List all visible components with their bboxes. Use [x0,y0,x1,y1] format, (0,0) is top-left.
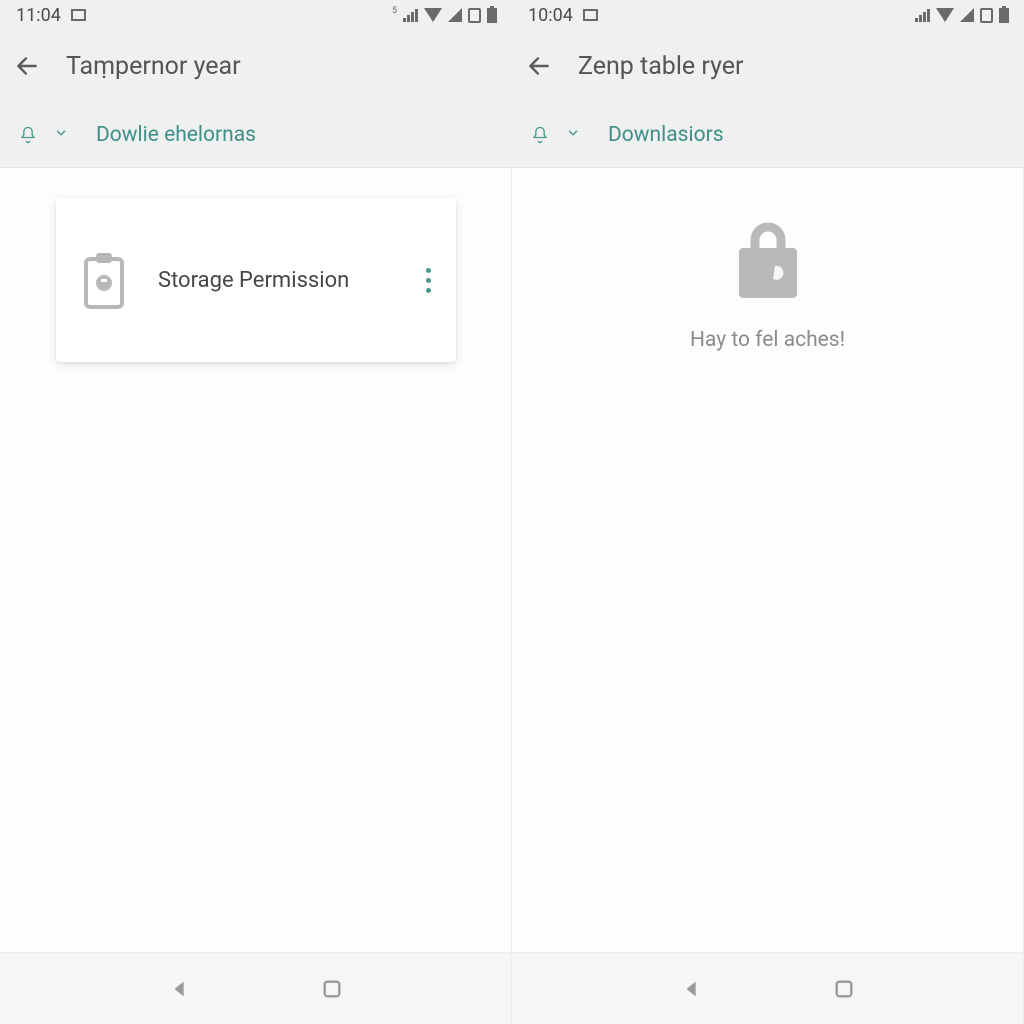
filter-label[interactable]: Downlasiors [608,123,724,147]
content-area: Storage Permission [0,168,511,952]
status-left: 10:04 [528,5,598,26]
app-title: Taṃpernor year [66,52,241,81]
nav-recents-button[interactable] [833,978,855,1000]
cell-icon [448,8,462,22]
app-bar: Zenp table ryer [512,30,1023,102]
battery-icon [999,8,1009,23]
content-area: Hay to fel aches! [512,168,1023,952]
status-rect-icon [71,9,86,21]
status-left: 11:04 [16,5,86,26]
bell-icon[interactable] [530,124,550,146]
filter-row: Dowlie ehelornas [0,102,511,168]
filter-row: Downlasiors [512,102,1023,168]
empty-state: Hay to fel aches! [512,218,1023,352]
empty-state-text: Hay to fel aches! [690,328,845,352]
nav-back-button[interactable] [169,978,191,1000]
status-right: 5 [392,8,497,23]
app-bar: Taṃpernor year [0,30,511,102]
app-title: Zenp table ryer [578,52,743,81]
arrow-left-icon [14,53,40,79]
pane-left: 11:04 5 Taṃpernor year Dowlie ehelornas [0,0,512,1024]
status-right [915,8,1009,23]
card-title: Storage Permission [158,268,384,293]
lock-icon [731,218,805,302]
cell-icon [960,8,974,22]
signal-icon [915,8,930,22]
pane-right: 10:04 Zenp table ryer Downlasiors [512,0,1024,1024]
permission-card[interactable]: Storage Permission [56,198,456,362]
bell-icon[interactable] [18,124,38,146]
sim-icon [980,8,993,23]
system-nav-bar [512,952,1023,1024]
chevron-down-icon[interactable] [566,125,580,144]
status-bar: 10:04 [512,0,1023,30]
system-nav-bar [0,952,511,1024]
status-clock: 10:04 [528,5,573,26]
card-more-button[interactable] [416,260,440,300]
signal-icon [403,8,418,22]
chevron-down-icon[interactable] [54,125,68,144]
nav-back-button[interactable] [681,978,703,1000]
wifi-icon [936,8,954,22]
nav-recents-button[interactable] [321,978,343,1000]
filter-label[interactable]: Dowlie ehelornas [96,123,256,147]
status-rect-icon [583,9,598,21]
back-button[interactable] [526,53,552,79]
arrow-left-icon [526,53,552,79]
status-bar: 11:04 5 [0,0,511,30]
back-button[interactable] [14,53,40,79]
wifi-icon [424,8,442,22]
status-data-icon: 5 [392,6,397,16]
sim-icon [468,8,481,23]
battery-icon [487,8,497,23]
device-storage-icon [82,251,126,309]
status-clock: 11:04 [16,5,61,26]
